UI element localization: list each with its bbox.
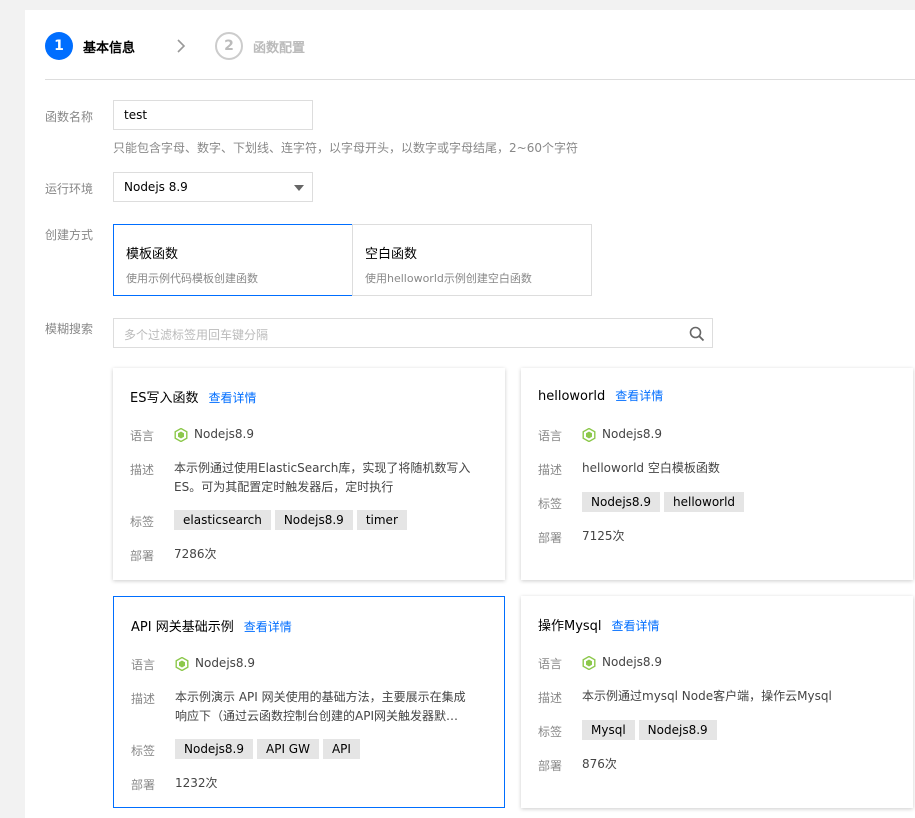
desc-value: helloworld 空白模板函数 [582, 461, 720, 475]
steps-header: 1 基本信息 2 函数配置 [45, 10, 915, 80]
search-icon[interactable] [688, 325, 706, 343]
tag: Nodejs8.9 [274, 510, 353, 530]
lang-value: Nodejs8.9 [582, 653, 662, 672]
runtime-select[interactable]: Nodejs 8.9 [113, 172, 313, 202]
deploy-count: 1232次 [175, 776, 218, 790]
tags-label: 标签 [130, 515, 155, 529]
view-details-link[interactable]: 查看详情 [244, 620, 292, 634]
mode-desc: 使用示例代码模板创建函数 [126, 272, 258, 285]
desc-value: 本示例演示 API 网关使用的基础方法，主要展示在集成响应下（通过云函数控制台创… [175, 690, 466, 723]
caret-down-icon [294, 185, 304, 191]
lang-value: Nodejs8.9 [175, 654, 255, 673]
step-number: 1 [45, 32, 73, 60]
search-placeholder: 多个过滤标签用回车键分隔 [124, 328, 269, 342]
card-title: helloworld 查看详情 [538, 387, 663, 404]
tag-list: elasticsearch Nodejs8.9 timer [174, 510, 407, 530]
tags-label: 标签 [538, 497, 563, 511]
deploy-label: 部署 [538, 531, 563, 545]
nodejs-icon [175, 656, 189, 671]
tag: API GW [257, 739, 319, 759]
desc-label: 描述 [538, 463, 563, 477]
lang-label: 语言 [131, 658, 156, 672]
template-card-helloworld[interactable]: helloworld 查看详情 语言 Nodejs8.9 描述 helloworl… [521, 368, 913, 580]
lang-value: Nodejs8.9 [582, 425, 662, 444]
step-label: 函数配置 [253, 40, 306, 56]
tag-list: Nodejs8.9 helloworld [582, 492, 745, 512]
function-name-label: 函数名称 [45, 110, 94, 124]
function-name-input[interactable]: test [113, 100, 313, 130]
runtime-value: Nodejs 8.9 [124, 180, 188, 194]
desc-label: 描述 [538, 691, 563, 705]
nodejs-icon [582, 427, 596, 442]
desc-value: 本示例通过使用ElasticSearch库，实现了将随机数写入ES。可为其配置定… [174, 461, 471, 494]
tag-list: Nodejs8.9 API GW API [175, 739, 360, 759]
function-name-value: test [124, 108, 148, 122]
tags-label: 标签 [538, 725, 563, 739]
lang-text: Nodejs8.9 [194, 427, 254, 441]
tag: Nodejs8.9 [175, 739, 253, 759]
nodejs-icon [582, 655, 596, 670]
runtime-label: 运行环境 [45, 182, 94, 196]
step-label: 基本信息 [83, 40, 136, 56]
tag: elasticsearch [174, 510, 271, 530]
lang-value: Nodejs8.9 [174, 425, 254, 444]
lang-label: 语言 [130, 429, 155, 443]
card-title: ES写入函数 查看详情 [130, 387, 256, 406]
tag: helloworld [664, 492, 745, 512]
tag: Mysql [582, 720, 635, 740]
tag: API [322, 739, 360, 759]
search-label: 模糊搜索 [45, 322, 94, 336]
chevron-right-icon [177, 39, 186, 53]
nodejs-icon [174, 427, 188, 442]
card-title-text: 操作Mysql [538, 619, 602, 634]
function-name-hint: 只能包含字母、数字、下划线、连字符，以字母开头，以数字或字母结尾，2~60个字符 [113, 141, 578, 155]
card-title-text: helloworld [538, 389, 606, 404]
deploy-count: 7286次 [174, 547, 217, 561]
mode-title: 空白函数 [365, 247, 418, 262]
template-card-api-gateway[interactable]: API 网关基础示例 查看详情 语言 Nodejs8.9 描述 本示例演示 API… [113, 596, 505, 808]
tag: timer [356, 510, 407, 530]
deploy-count: 876次 [582, 757, 617, 771]
deploy-label: 部署 [131, 778, 156, 792]
view-details-link[interactable]: 查看详情 [208, 391, 256, 405]
deploy-label: 部署 [538, 759, 563, 773]
tag: Nodejs8.9 [582, 492, 660, 512]
template-card-mysql[interactable]: 操作Mysql 查看详情 语言 Nodejs8.9 描述 本示例通过mysql N… [521, 596, 913, 808]
tags-label: 标签 [131, 744, 156, 758]
card-title-text: API 网关基础示例 [131, 620, 234, 635]
main-panel: 1 基本信息 2 函数配置 函数名称 test 只能包含字母、数字、下划线、连字… [25, 10, 915, 818]
tag: Nodejs8.9 [638, 720, 717, 740]
step-function-config[interactable]: 2 函数配置 [215, 32, 305, 60]
desc-label: 描述 [130, 463, 155, 477]
mode-title: 模板函数 [126, 247, 179, 262]
step-number: 2 [215, 32, 243, 60]
deploy-count: 7125次 [582, 529, 625, 543]
mode-blank-function[interactable]: 空白函数 使用helloworld示例创建空白函数 [352, 224, 592, 296]
template-card-es-write[interactable]: ES写入函数 查看详情 语言 Nodejs8.9 描述 本示例通过使用Elasti… [113, 368, 505, 580]
card-title: 操作Mysql 查看详情 [538, 615, 660, 634]
lang-text: Nodejs8.9 [602, 655, 662, 669]
deploy-label: 部署 [130, 549, 155, 563]
card-title: API 网关基础示例 查看详情 [131, 616, 292, 635]
lang-label: 语言 [538, 429, 563, 443]
create-mode-label: 创建方式 [45, 228, 94, 242]
desc-value: 本示例通过mysql Node客户端，操作云Mysql [582, 689, 832, 703]
search-input[interactable]: 多个过滤标签用回车键分隔 [113, 318, 713, 348]
step-basic-info[interactable]: 1 基本信息 [45, 32, 135, 60]
view-details-link[interactable]: 查看详情 [612, 619, 660, 633]
view-details-link[interactable]: 查看详情 [615, 389, 663, 403]
mode-desc: 使用helloworld示例创建空白函数 [365, 272, 532, 285]
lang-label: 语言 [538, 657, 563, 671]
tag-list: Mysql Nodejs8.9 [582, 720, 717, 740]
mode-template-function[interactable]: 模板函数 使用示例代码模板创建函数 [113, 224, 353, 296]
lang-text: Nodejs8.9 [195, 656, 255, 670]
lang-text: Nodejs8.9 [602, 427, 662, 441]
desc-label: 描述 [131, 692, 156, 706]
card-title-text: ES写入函数 [130, 391, 199, 406]
